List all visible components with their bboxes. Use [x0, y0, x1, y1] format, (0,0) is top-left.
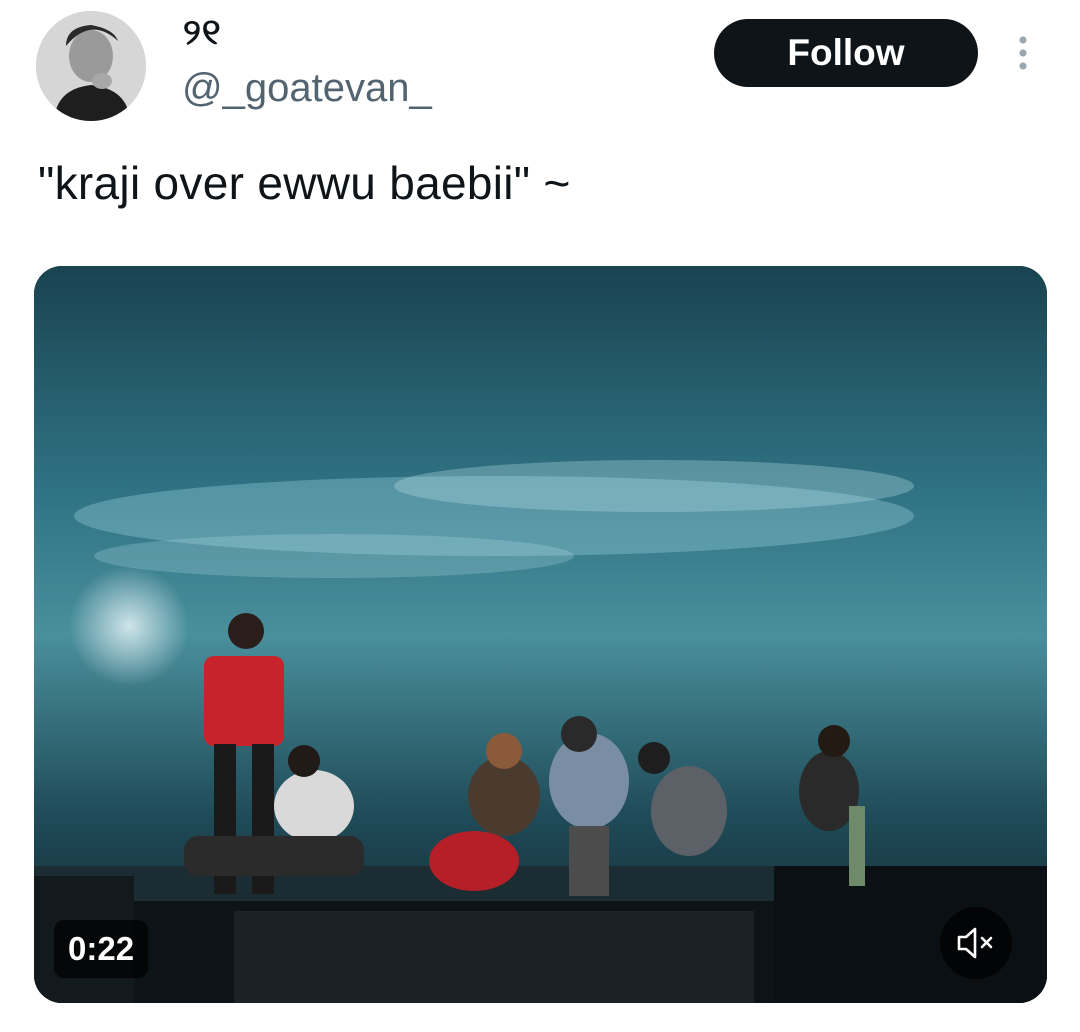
- author-display-name[interactable]: ୨୧: [183, 10, 222, 54]
- author-handle[interactable]: @_goatevan_: [182, 63, 432, 113]
- avatar[interactable]: [36, 11, 146, 121]
- video-frame: [34, 266, 1047, 1003]
- tweet-text: "kraji over ewwu baebii" ~: [38, 157, 571, 209]
- avatar-image: [36, 11, 146, 121]
- speaker-muted-icon: [957, 927, 993, 959]
- more-vertical-icon[interactable]: [1010, 34, 1036, 74]
- mute-button[interactable]: [940, 907, 1012, 979]
- video-duration-badge: 0:22: [54, 920, 149, 978]
- video-player[interactable]: 0:22: [34, 266, 1047, 1003]
- follow-button[interactable]: Follow: [714, 19, 978, 87]
